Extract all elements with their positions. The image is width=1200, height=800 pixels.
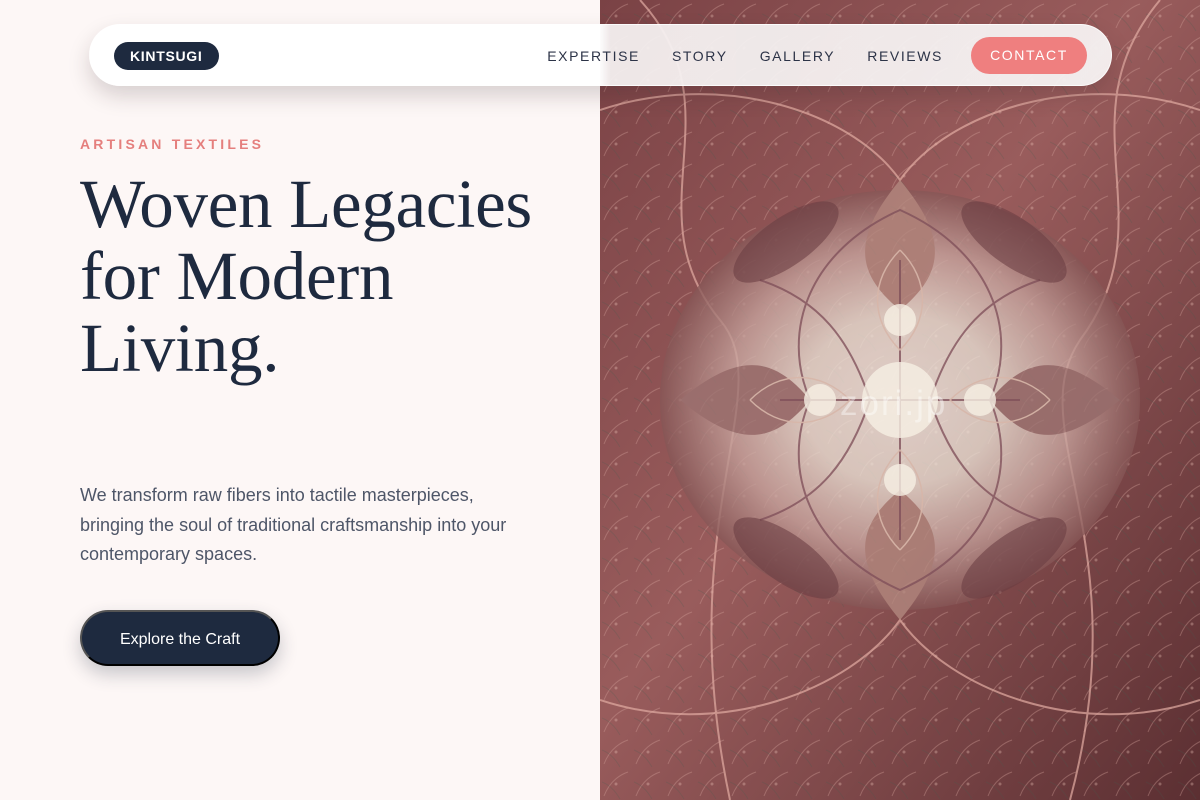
navigation-links: EXPERTISE STORY GALLERY REVIEWS <box>547 47 943 65</box>
nav-link-gallery[interactable]: GALLERY <box>760 47 836 65</box>
hero-heading: Woven Legacies for Modern Living. <box>80 166 532 386</box>
hero-content: ARTISAN TEXTILES Woven Legacies for Mode… <box>0 0 600 800</box>
main-navigation: KINTSUGI EXPERTISE STORY GALLERY REVIEWS… <box>89 24 1112 86</box>
eyebrow-label: ARTISAN TEXTILES <box>80 136 265 152</box>
brand-logo-link[interactable]: KINTSUGI <box>114 42 219 70</box>
hero-intro: We transform raw fibers into tactile mas… <box>80 485 507 564</box>
explore-craft-button[interactable]: Explore the Craft <box>80 610 280 666</box>
image-watermark: zori.jp <box>840 384 948 423</box>
contact-button[interactable]: CONTACT <box>971 37 1087 74</box>
nav-link-story[interactable]: STORY <box>672 47 728 65</box>
nav-link-expertise[interactable]: EXPERTISE <box>547 47 640 65</box>
nav-link-reviews[interactable]: REVIEWS <box>867 47 943 65</box>
